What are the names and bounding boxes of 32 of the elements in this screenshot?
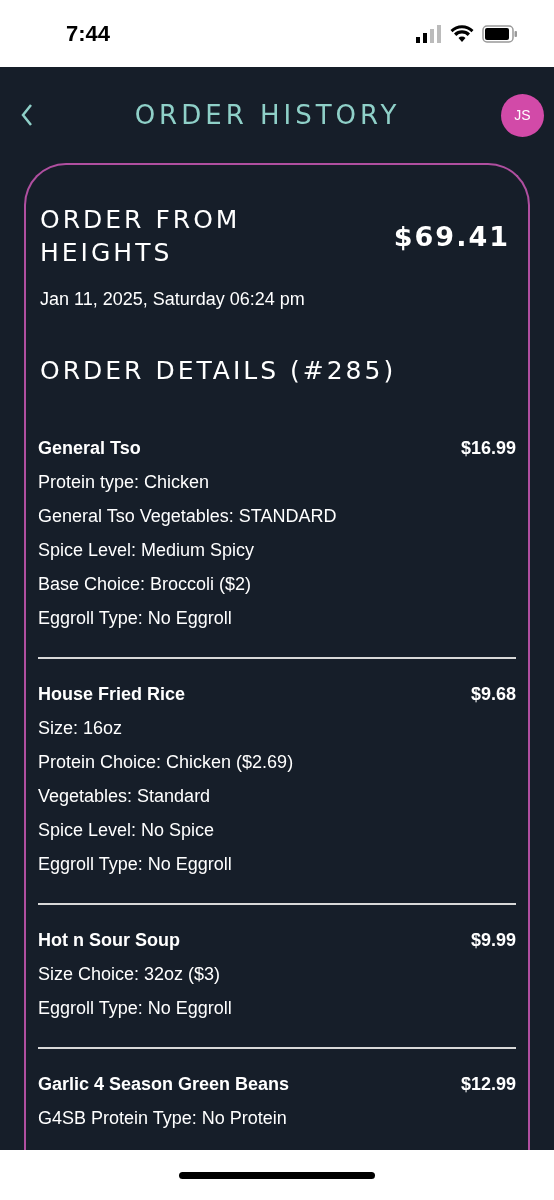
wifi-icon	[450, 24, 474, 43]
item-price: $9.99	[470, 929, 516, 952]
battery-icon	[482, 24, 518, 43]
item-option: General Tso Vegetables: STANDARD	[38, 499, 516, 533]
item-option: Eggroll Type: No Eggroll	[38, 847, 516, 881]
order-title: ORDER FROM HEIGHTS	[40, 204, 242, 269]
item-name: Garlic 4 Season Green Beans	[38, 1073, 290, 1096]
item-option: Spice Level: Medium Spicy	[38, 533, 516, 567]
item-price: $9.68	[470, 683, 516, 706]
item-option: Eggroll Type: No Eggroll	[38, 601, 516, 635]
details-heading: ORDER DETAILS (#285)	[40, 356, 398, 385]
order-date: Jan 11, 2025, Saturday 06:24 pm	[40, 289, 306, 310]
item-option: Vegetables: Standard	[38, 779, 516, 813]
signal-icon	[416, 24, 442, 43]
item-option: Protein type: Chicken	[38, 465, 516, 499]
item-name: House Fried Rice	[38, 683, 186, 706]
item-price: $12.99	[460, 1073, 516, 1096]
item-name: General Tso	[38, 437, 141, 460]
item-option: Protein Choice: Chicken ($2.69)	[38, 745, 516, 779]
item-option: Size Choice: 32oz ($3)	[38, 957, 516, 991]
item-option: Base Choice: Broccoli ($2)	[38, 567, 516, 601]
user-avatar[interactable]: JS	[501, 93, 544, 137]
item-option: Eggroll Type: No Eggroll	[38, 991, 516, 1025]
back-icon[interactable]	[20, 103, 34, 127]
status-time: 7:44	[66, 20, 111, 47]
item-price: $16.99	[460, 437, 516, 460]
item-option: G4SB Protein Type: No Protein	[38, 1101, 516, 1135]
page-title: ORDER HISTORY	[134, 100, 401, 130]
item-name: Hot n Sour Soup	[38, 929, 180, 952]
item-option: Spice Level: No Spice	[38, 813, 516, 847]
order-total: $69.41	[393, 220, 510, 252]
item-option: Size: 16oz	[38, 711, 516, 745]
